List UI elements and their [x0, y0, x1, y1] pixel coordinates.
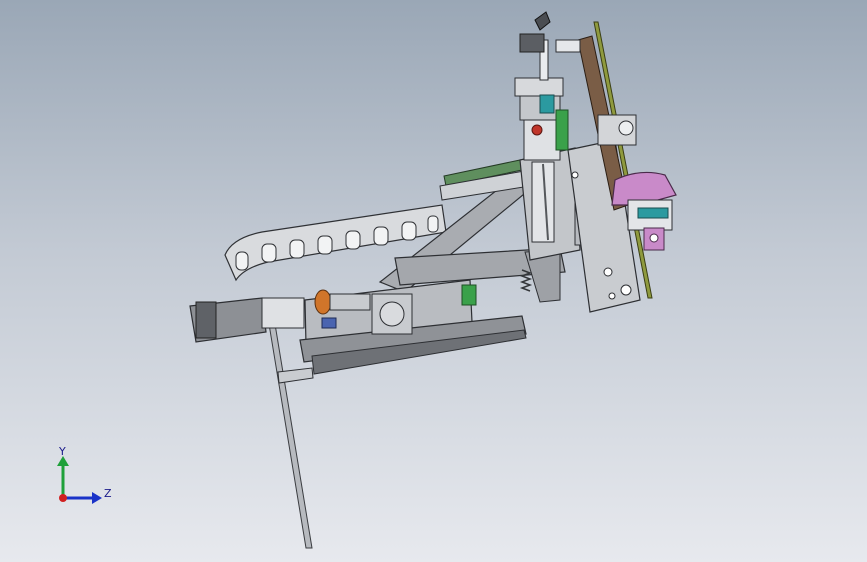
y-axis-label: Y [58, 445, 66, 458]
coordinate-triad: Y Z [57, 445, 112, 504]
assembly-model-view[interactable]: Y Z [0, 0, 867, 562]
lower-guide-pin[interactable] [277, 367, 314, 384]
origin-marker [59, 494, 67, 502]
z-axis-arrowhead [92, 492, 102, 504]
top-sensor-assembly[interactable] [514, 11, 581, 161]
z-axis-label: Z [104, 487, 112, 500]
cad-graphics-area[interactable]: Y Z [0, 0, 867, 562]
